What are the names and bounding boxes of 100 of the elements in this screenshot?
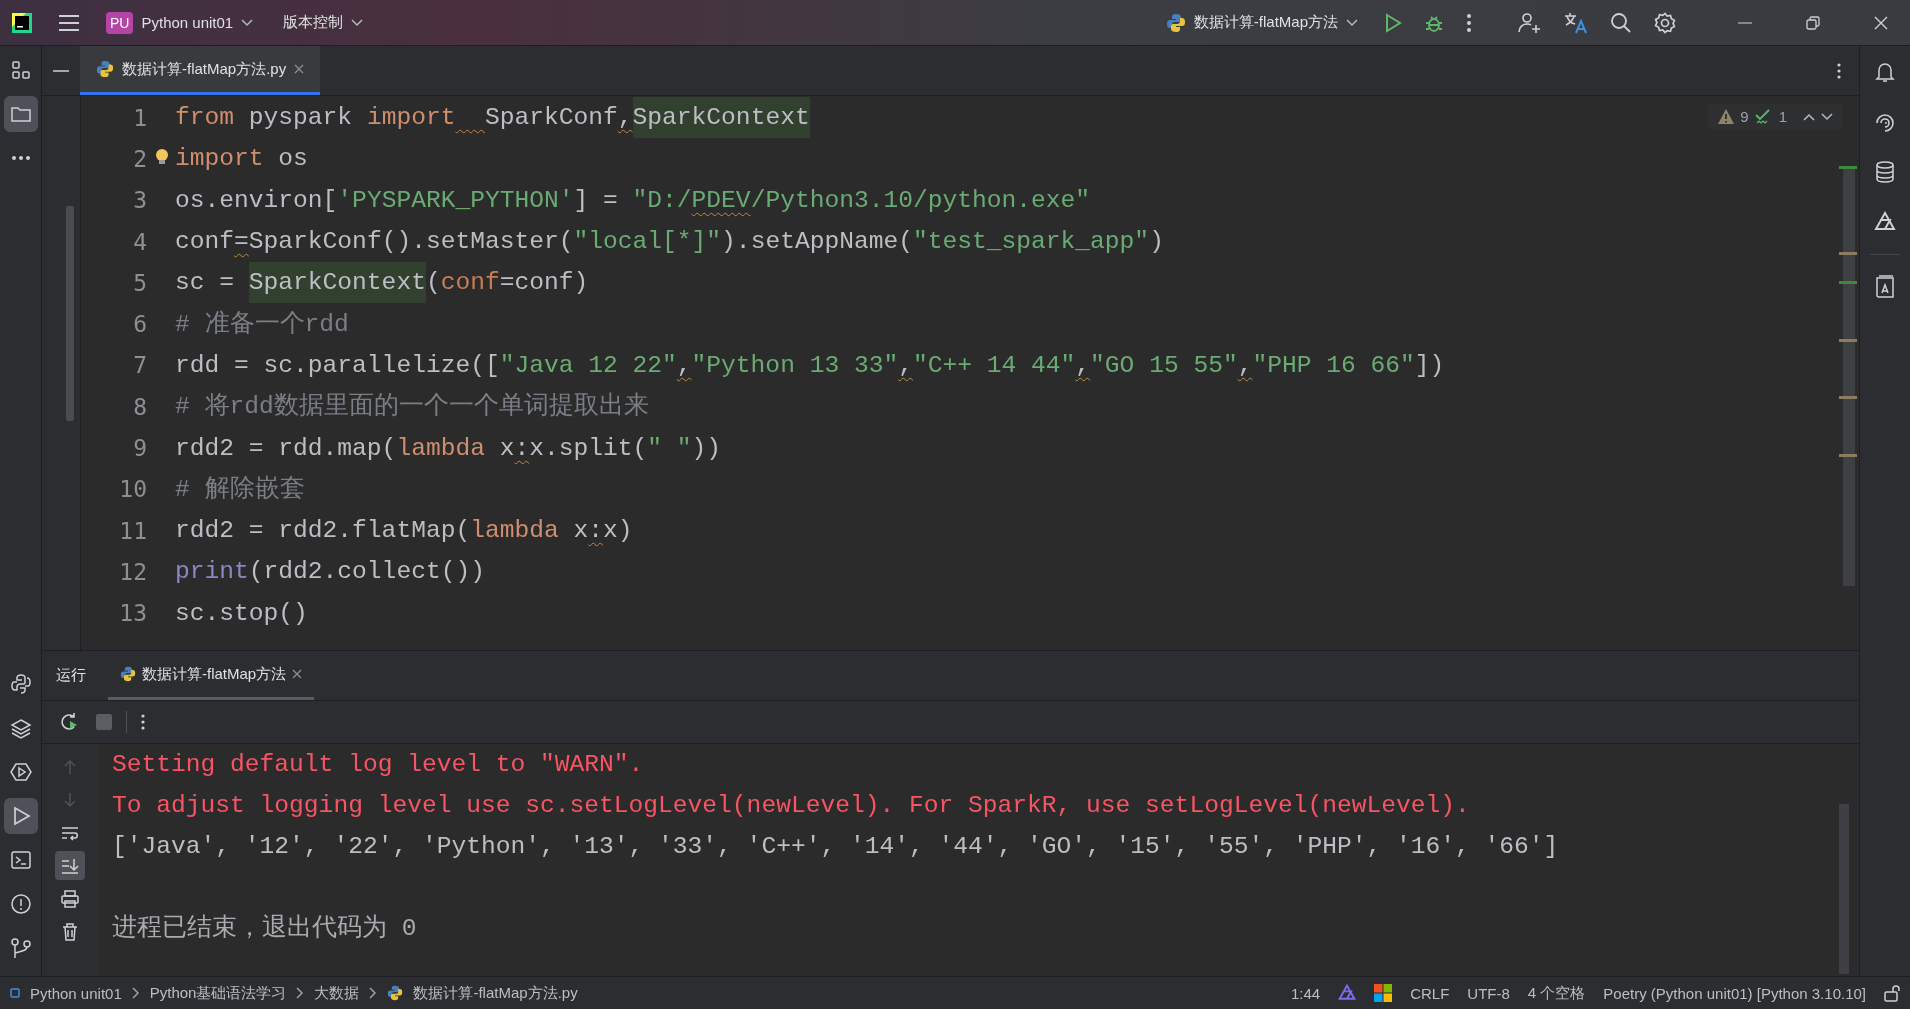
line-number: 5 [132, 269, 148, 296]
code-line: sc = SparkContext(conf=conf) [175, 262, 589, 304]
print-icon [60, 889, 80, 908]
add-user-icon [1518, 11, 1542, 34]
layers-icon [9, 717, 32, 739]
module-icon [10, 988, 20, 998]
translate-icon [1564, 11, 1588, 34]
line-number: 12 [118, 558, 148, 585]
more-vertical-icon [1837, 62, 1841, 79]
triangle-knot-icon [1338, 984, 1357, 1002]
line-number: 2 [132, 145, 148, 172]
python-file-icon [120, 666, 136, 682]
editor-tab[interactable]: 数据计算-flatMap方法.py [80, 46, 321, 95]
project-badge: PU [106, 11, 134, 34]
more-vertical-icon [141, 714, 145, 730]
chevron-down-icon [351, 18, 364, 27]
database-icon [1874, 161, 1896, 183]
python-file-icon [387, 985, 404, 1001]
console-line: 进程已结束，退出代码为 0 [112, 913, 418, 944]
indent-setting[interactable]: 4 个空格 [1527, 983, 1586, 1003]
git-branch-icon [9, 937, 32, 959]
console-line: Setting default log level to "WARN". [112, 750, 645, 780]
triangle-knot-icon [1874, 211, 1896, 233]
windows-icon [1374, 984, 1393, 1002]
collapse-icon [53, 69, 69, 72]
line-number: 4 [132, 228, 148, 255]
panel-title: 运行 [56, 666, 86, 685]
chevron-right-icon [296, 987, 305, 999]
tool-window-button[interactable] [3, 798, 38, 834]
run-config-dropdown[interactable]: 数据计算-flatMap方法 [1155, 7, 1368, 38]
close-icon [294, 64, 305, 74]
breadcrumb[interactable]: 大数据 [314, 983, 360, 1003]
services-icon [9, 761, 32, 783]
line-separator[interactable]: CRLF [1410, 984, 1450, 1002]
line-number: 6 [132, 311, 148, 338]
app-logo-icon [10, 10, 34, 35]
restore-icon [1806, 15, 1820, 30]
problems-icon [9, 893, 32, 915]
chevron-up-icon [1803, 112, 1815, 121]
breadcrumb[interactable]: Python基础语法学习 [149, 983, 287, 1003]
close-icon [1874, 15, 1888, 30]
code-line: rdd = sc.parallelize(["Java 12 22","Python 13 33","C++ 14 44","GO 15 55","PHP 16 66"]) [175, 350, 1445, 381]
tool-window-button[interactable] [3, 96, 38, 132]
chevron-right-icon [131, 987, 140, 999]
code-line: from pyspark import SparkConf,SparkContext [175, 97, 810, 139]
code-line: # 解除嵌套 [175, 474, 305, 505]
terminal-icon [9, 849, 32, 871]
line-number: 13 [118, 600, 148, 627]
line-number: 11 [118, 517, 148, 544]
breadcrumb[interactable]: 数据计算-flatMap方法.py [413, 983, 578, 1003]
project-dropdown[interactable]: PU Python unit01 [96, 6, 264, 39]
warning-count: 9 [1740, 108, 1749, 125]
breadcrumb[interactable]: Python unit01 [30, 984, 122, 1002]
code-line: os.environ['PYSPARK_PYTHON'] = "D:/PDEV/Python3.10/python.exe" [175, 185, 1091, 216]
chevron-right-icon [369, 987, 378, 999]
structure-icon [10, 60, 31, 80]
stop-icon [96, 714, 112, 730]
console-tool-button[interactable] [55, 851, 85, 880]
typo-check-icon [1754, 108, 1773, 125]
arrow-down-icon [61, 790, 79, 809]
folder-icon [9, 104, 32, 124]
search-icon [1610, 11, 1632, 34]
scroll-to-end-icon [60, 856, 80, 875]
python-file-icon [96, 60, 114, 78]
spiral-icon [1874, 111, 1896, 133]
python-file-icon [1165, 12, 1186, 33]
line-number: 1 [132, 104, 148, 131]
more-icon [10, 155, 31, 161]
minimize-icon [1738, 21, 1752, 24]
vcs-dropdown[interactable]: 版本控制 [273, 8, 374, 37]
line-number: 8 [132, 393, 148, 420]
trash-icon [61, 921, 79, 942]
line-number: 7 [132, 352, 148, 379]
run-tab[interactable]: 数据计算-flatMap方法 [108, 651, 315, 700]
run-config-name: 数据计算-flatMap方法 [1193, 13, 1338, 32]
line-number: 3 [132, 187, 148, 214]
file-encoding[interactable]: UTF-8 [1467, 984, 1510, 1002]
bell-icon [1874, 61, 1896, 83]
chevron-down-icon [241, 18, 254, 27]
console-line: ['Java', '12', '22', 'Python', '13', '33', 'C++', '14', '44', 'GO', '15', '55', 'PHP', '16', '66'] [112, 832, 1560, 862]
settings-icon [1654, 11, 1676, 34]
code-line: sc.stop() [175, 598, 308, 629]
unlock-icon [1884, 984, 1900, 1002]
more-vertical-icon [1466, 13, 1472, 32]
inspection-widget[interactable]: 9 1 [1708, 104, 1843, 129]
menu-icon [58, 13, 80, 32]
warning-icon [1718, 109, 1735, 124]
caret-position[interactable]: 1:44 [1290, 984, 1321, 1002]
code-line: print(rdd2.collect()) [175, 557, 485, 588]
console-line: To adjust logging level use sc.setLogLevel(newLevel). For SparkR, use setLogLevel(newLevel). [112, 791, 1471, 821]
chevron-down-icon [1821, 112, 1833, 121]
line-number: 9 [132, 435, 148, 461]
interpreter-selector[interactable]: Poetry (Python unit01) [Python 3.10.10] [1603, 984, 1866, 1002]
close-icon [292, 669, 303, 679]
code-line: # 将rdd数据里面的一个一个单词提取出来 [175, 391, 649, 423]
code-line: rdd2 = rdd.map(lambda x:x.split(" ")) [175, 433, 722, 464]
chevron-down-icon [1346, 18, 1358, 27]
code-line: conf=SparkConf().setMaster("local[*]").setAppName("test_spark_app") [175, 227, 1164, 258]
vcs-label: 版本控制 [283, 13, 344, 32]
typo-count: 1 [1778, 108, 1787, 125]
